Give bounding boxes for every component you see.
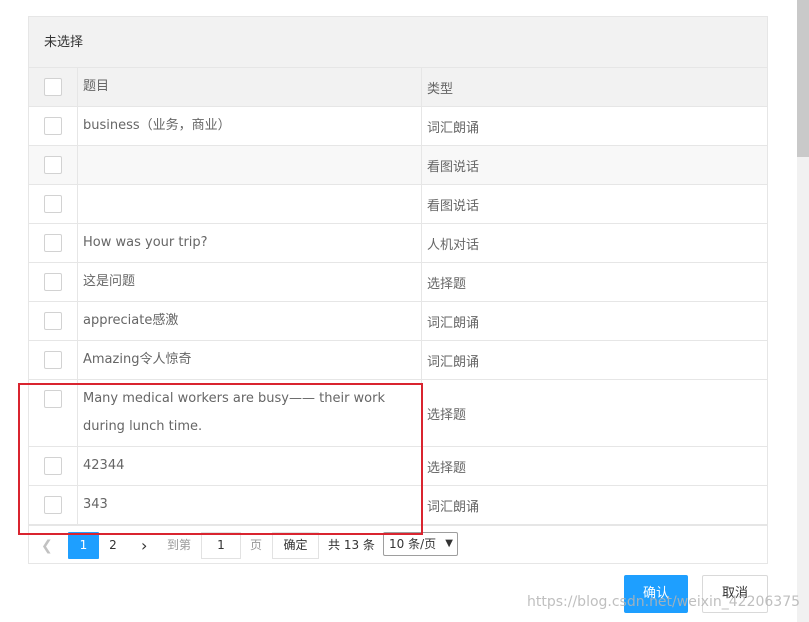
chevron-down-icon: ▼ xyxy=(445,538,453,549)
row-type: 词汇朗诵 xyxy=(427,120,480,136)
prev-page-icon[interactable]: ❮ xyxy=(41,538,53,554)
row-title: 343 xyxy=(78,486,422,524)
table-row[interactable]: appreciate感激 词汇朗诵 xyxy=(29,302,767,341)
row-type: 词汇朗诵 xyxy=(427,499,480,515)
table-row[interactable]: 看图说话 xyxy=(29,185,767,224)
page-size-select[interactable]: 10 条/页 ▼ xyxy=(383,532,458,556)
column-header-title: 题目 xyxy=(78,68,422,106)
table-row[interactable]: business（业务，商业） 词汇朗诵 xyxy=(29,107,767,146)
scrollbar-thumb[interactable] xyxy=(797,0,809,157)
row-checkbox[interactable] xyxy=(44,195,62,213)
table-row[interactable]: 42344 选择题 xyxy=(29,447,767,486)
row-type: 看图说话 xyxy=(427,159,480,175)
table-row[interactable]: Many medical workers are busy—— their wo… xyxy=(29,380,767,447)
row-type: 词汇朗诵 xyxy=(427,315,480,331)
row-checkbox[interactable] xyxy=(44,156,62,174)
row-title: business（业务，商业） xyxy=(78,107,422,145)
table-row[interactable]: 这是问题 选择题 xyxy=(29,263,767,302)
table-header-row: 题目 类型 xyxy=(29,68,767,107)
row-title: 42344 xyxy=(78,447,422,485)
row-checkbox[interactable] xyxy=(44,312,62,330)
row-checkbox[interactable] xyxy=(44,390,62,408)
row-title: Amazing令人惊奇 xyxy=(78,341,422,379)
row-checkbox[interactable] xyxy=(44,496,62,514)
row-title xyxy=(78,146,422,184)
column-header-type: 类型 xyxy=(427,81,454,97)
row-type: 看图说话 xyxy=(427,198,480,214)
goto-page-input[interactable]: 1 xyxy=(201,532,241,559)
row-title: How was your trip? xyxy=(78,224,422,262)
total-count: 共 13 条 xyxy=(328,538,375,552)
pagination: ❮ 1 2 › 到第 1 页 确定 共 13 条 10 条/页 ▼ xyxy=(29,525,767,564)
table-row[interactable]: 看图说话 xyxy=(29,146,767,185)
page-button-2[interactable]: 2 xyxy=(101,532,125,559)
table-row[interactable]: 343 词汇朗诵 xyxy=(29,486,767,525)
row-checkbox[interactable] xyxy=(44,273,62,291)
row-checkbox[interactable] xyxy=(44,117,62,135)
row-title: appreciate感激 xyxy=(78,302,422,340)
row-type: 选择题 xyxy=(427,276,467,292)
next-page-icon[interactable]: › xyxy=(141,536,147,555)
row-title: 这是问题 xyxy=(78,263,422,301)
page-suffix-label: 页 xyxy=(250,538,263,552)
page-size-value: 10 条/页 xyxy=(389,537,437,551)
unselected-panel: 未选择 题目 类型 business（业务，商业） 词汇朗诵 看图说话 看图说话… xyxy=(28,16,768,564)
row-type: 人机对话 xyxy=(427,237,480,253)
table-row[interactable]: How was your trip? 人机对话 xyxy=(29,224,767,263)
page-button-current[interactable]: 1 xyxy=(68,532,99,559)
row-type: 词汇朗诵 xyxy=(427,354,480,370)
row-type: 选择题 xyxy=(427,407,467,423)
goto-confirm-button[interactable]: 确定 xyxy=(272,532,319,559)
watermark: https://blog.csdn.net/weixin_42206375 xyxy=(527,594,801,610)
row-checkbox[interactable] xyxy=(44,457,62,475)
select-all-checkbox[interactable] xyxy=(44,78,62,96)
row-checkbox[interactable] xyxy=(44,234,62,252)
row-checkbox[interactable] xyxy=(44,351,62,369)
goto-label: 到第 xyxy=(167,538,192,552)
panel-header: 未选择 xyxy=(29,17,767,68)
row-type: 选择题 xyxy=(427,460,467,476)
row-title xyxy=(78,185,422,223)
row-title: Many medical workers are busy—— their wo… xyxy=(78,380,422,446)
table-row[interactable]: Amazing令人惊奇 词汇朗诵 xyxy=(29,341,767,380)
